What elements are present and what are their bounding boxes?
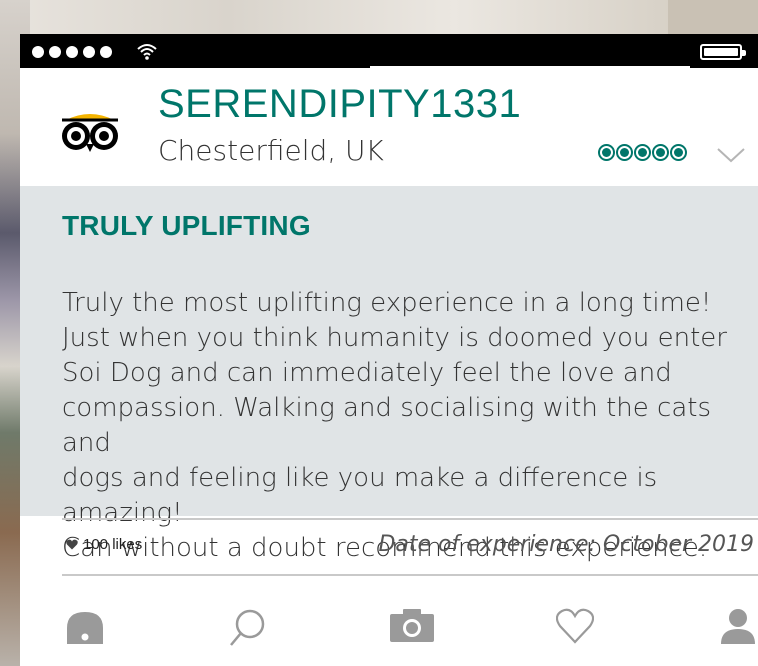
- date-of-experience: Date of experience: October 2019: [378, 532, 754, 557]
- heart-icon: [555, 608, 595, 644]
- profile-icon: [721, 609, 755, 644]
- reviewer-header: SERENDIPITY1331 Chesterfield, UK: [20, 68, 758, 186]
- tripadvisor-owl-icon: [62, 114, 118, 152]
- home-icon: [67, 612, 103, 644]
- chevron-down-icon[interactable]: [716, 146, 746, 164]
- review-text: Truly the most uplifting experience in a…: [62, 288, 727, 563]
- signal-strength-icon: [32, 46, 112, 58]
- status-bar: [20, 34, 758, 70]
- review-title: TRULY UPLIFTING: [62, 210, 311, 241]
- nav-home[interactable]: [66, 608, 104, 649]
- footer-divider-bottom: [62, 574, 758, 576]
- likes-count[interactable]: 100 likes: [66, 536, 142, 553]
- rating-bubble-icon: [652, 144, 669, 161]
- likes-label: 100 likes: [83, 536, 143, 553]
- nav-search[interactable]: [228, 608, 268, 653]
- review-card: SERENDIPITY1331 Chesterfield, UK TRULY U…: [20, 34, 758, 666]
- wifi-icon: [137, 44, 157, 60]
- camera-icon: [390, 609, 434, 642]
- reviewer-username[interactable]: SERENDIPITY1331: [158, 82, 521, 127]
- bottom-navigation: [20, 594, 758, 666]
- rating-bubble-icon: [670, 144, 687, 161]
- footer-divider-top: [62, 518, 758, 520]
- nav-profile[interactable]: [720, 608, 756, 649]
- rating-bubble-icon: [616, 144, 633, 161]
- battery-icon: [700, 44, 746, 60]
- nav-camera[interactable]: [390, 608, 434, 647]
- bubble-rating: [598, 144, 687, 161]
- search-icon: [230, 609, 265, 646]
- review-body: TRULY UPLIFTING Truly the most uplifting…: [20, 186, 758, 563]
- reviewer-location: Chesterfield, UK: [158, 134, 384, 167]
- rating-bubble-icon: [634, 144, 651, 161]
- heart-small-icon: [66, 539, 78, 550]
- nav-favorites[interactable]: [555, 608, 595, 649]
- rating-bubble-icon: [598, 144, 615, 161]
